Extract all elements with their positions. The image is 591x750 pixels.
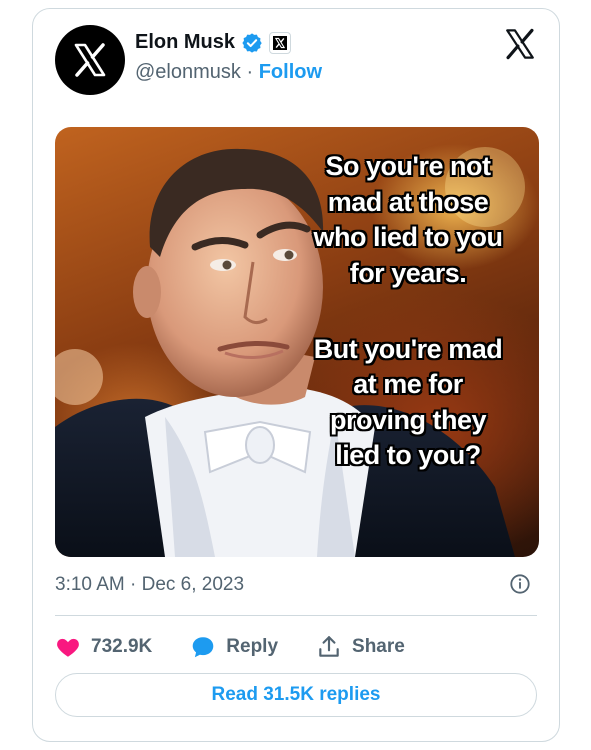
like-count: 732.9K [91,636,153,657]
avatar[interactable] [55,25,125,95]
follow-button[interactable]: Follow [259,61,322,83]
reply-button[interactable]: Reply [190,634,278,660]
x-logo-icon [74,43,106,77]
share-button[interactable]: Share [316,634,405,660]
post-image[interactable]: So you're not mad at those who lied to y… [55,127,539,557]
like-button[interactable]: 732.9K [55,634,152,660]
share-label: Share [352,636,405,657]
post-timestamp[interactable]: 3:10 AM · Dec 6, 2023 [55,574,244,596]
meme-line: proving they [329,404,487,435]
meme-caption: So you're not mad at those who lied to y… [293,149,523,474]
x-logo-icon[interactable] [503,27,537,61]
info-icon[interactable] [509,573,531,595]
post-card[interactable]: Elon Musk @elonmusk · Follow So you're n… [32,8,560,742]
speech-bubble-icon [192,637,214,658]
author-handle[interactable]: @elonmusk [135,61,241,83]
share-upload-icon [319,636,339,657]
meme-line: mad at those [327,186,489,217]
read-replies-button[interactable]: Read 31.5K replies [55,673,537,717]
meme-line: lied to you? [335,440,481,471]
author-handle-row: @elonmusk · Follow [135,61,322,84]
heart-icon [57,638,79,657]
divider [55,615,537,616]
meme-line: for years. [349,257,467,288]
meme-line: at me for [353,369,463,400]
meme-line: who lied to you [313,222,504,253]
reply-label: Reply [226,636,279,657]
meme-line: So you're not [325,151,491,181]
action-bar: 732.9K Reply Share [55,629,443,665]
x-affiliation-icon[interactable] [269,31,292,54]
author-name-row: Elon Musk [135,31,292,54]
author-name[interactable]: Elon Musk [135,31,235,54]
separator: · [246,61,254,83]
verified-badge-icon [242,32,262,53]
meme-line: But you're mad [313,333,503,364]
